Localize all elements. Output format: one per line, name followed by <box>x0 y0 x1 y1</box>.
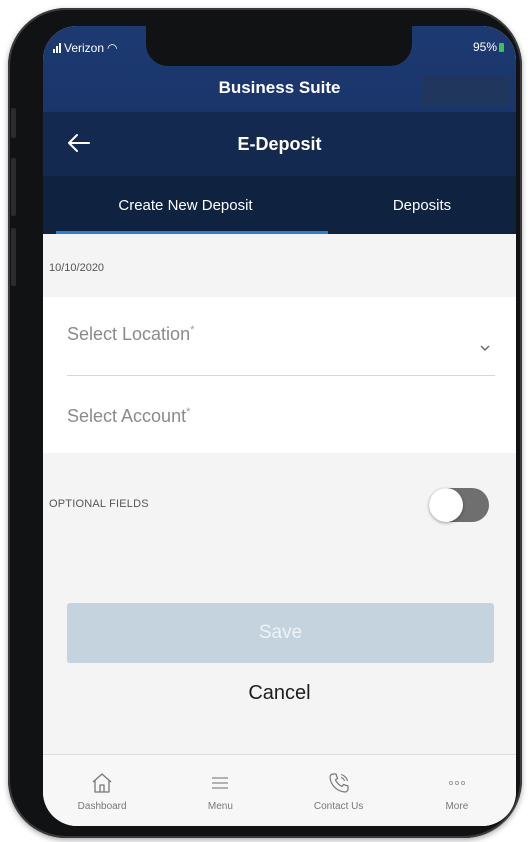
nav-dashboard[interactable]: Dashboard <box>43 755 161 826</box>
nav-label: Menu <box>207 801 233 812</box>
toggle-knob <box>429 488 463 522</box>
more-icon <box>448 780 465 786</box>
mute-switch <box>11 108 16 138</box>
required-marker: * <box>186 406 191 418</box>
page-title: E-Deposit <box>237 134 322 154</box>
nav-menu[interactable]: Menu <box>161 755 279 826</box>
battery-percent: 95% <box>472 40 497 54</box>
home-icon <box>92 773 112 793</box>
nav-label: Contact Us <box>313 801 364 812</box>
wifi-icon: ◠ <box>107 41 118 55</box>
select-account-dropdown[interactable]: Select Account* <box>67 406 495 427</box>
notch <box>146 26 412 66</box>
status-carrier: Verizon ◠ <box>53 41 118 55</box>
nav-more[interactable]: More <box>398 755 516 826</box>
carrier-label: Verizon <box>64 41 105 55</box>
screen: Verizon ◠ 95% Business Suite E-Deposit C… <box>43 26 516 826</box>
tab-label: Create New Deposit <box>118 196 253 214</box>
active-tab-indicator <box>56 231 328 234</box>
optional-fields-label: OPTIONAL FIELDS <box>49 498 149 510</box>
save-button[interactable]: Save <box>67 603 494 663</box>
status-battery: 95% <box>473 40 504 54</box>
tab-create-new-deposit[interactable]: Create New Deposit <box>43 176 328 234</box>
cancel-button[interactable]: Cancel <box>43 682 516 705</box>
nav-label: More <box>445 801 469 812</box>
nav-contact-us[interactable]: Contact Us <box>280 755 398 826</box>
volume-down-button <box>11 228 16 286</box>
tab-bar: Create New Deposit Deposits <box>43 176 516 234</box>
account-placeholder: Select Account <box>67 406 187 426</box>
page-header: E-Deposit <box>43 112 516 176</box>
nav-label: Dashboard <box>77 801 127 812</box>
tab-label: Deposits <box>392 196 452 214</box>
select-location-dropdown[interactable]: Select Location* <box>67 324 495 376</box>
phone-icon <box>329 773 349 793</box>
location-placeholder: Select Location <box>67 324 191 344</box>
chevron-down-icon <box>480 345 490 351</box>
signal-icon <box>53 43 61 53</box>
required-marker: * <box>190 324 195 336</box>
phone-frame: Verizon ◠ 95% Business Suite E-Deposit C… <box>8 8 522 838</box>
deposit-date: 10/10/2020 <box>49 262 105 274</box>
deposit-form-card: Select Location* Select Account* <box>43 297 516 453</box>
tab-deposits[interactable]: Deposits <box>328 176 516 234</box>
menu-icon <box>212 777 229 789</box>
battery-icon <box>499 42 504 52</box>
volume-up-button <box>11 158 16 216</box>
optional-fields-toggle[interactable] <box>429 488 489 522</box>
header-redacted-block <box>422 76 510 106</box>
bottom-nav: Dashboard Menu Contact Us More <box>43 754 516 826</box>
